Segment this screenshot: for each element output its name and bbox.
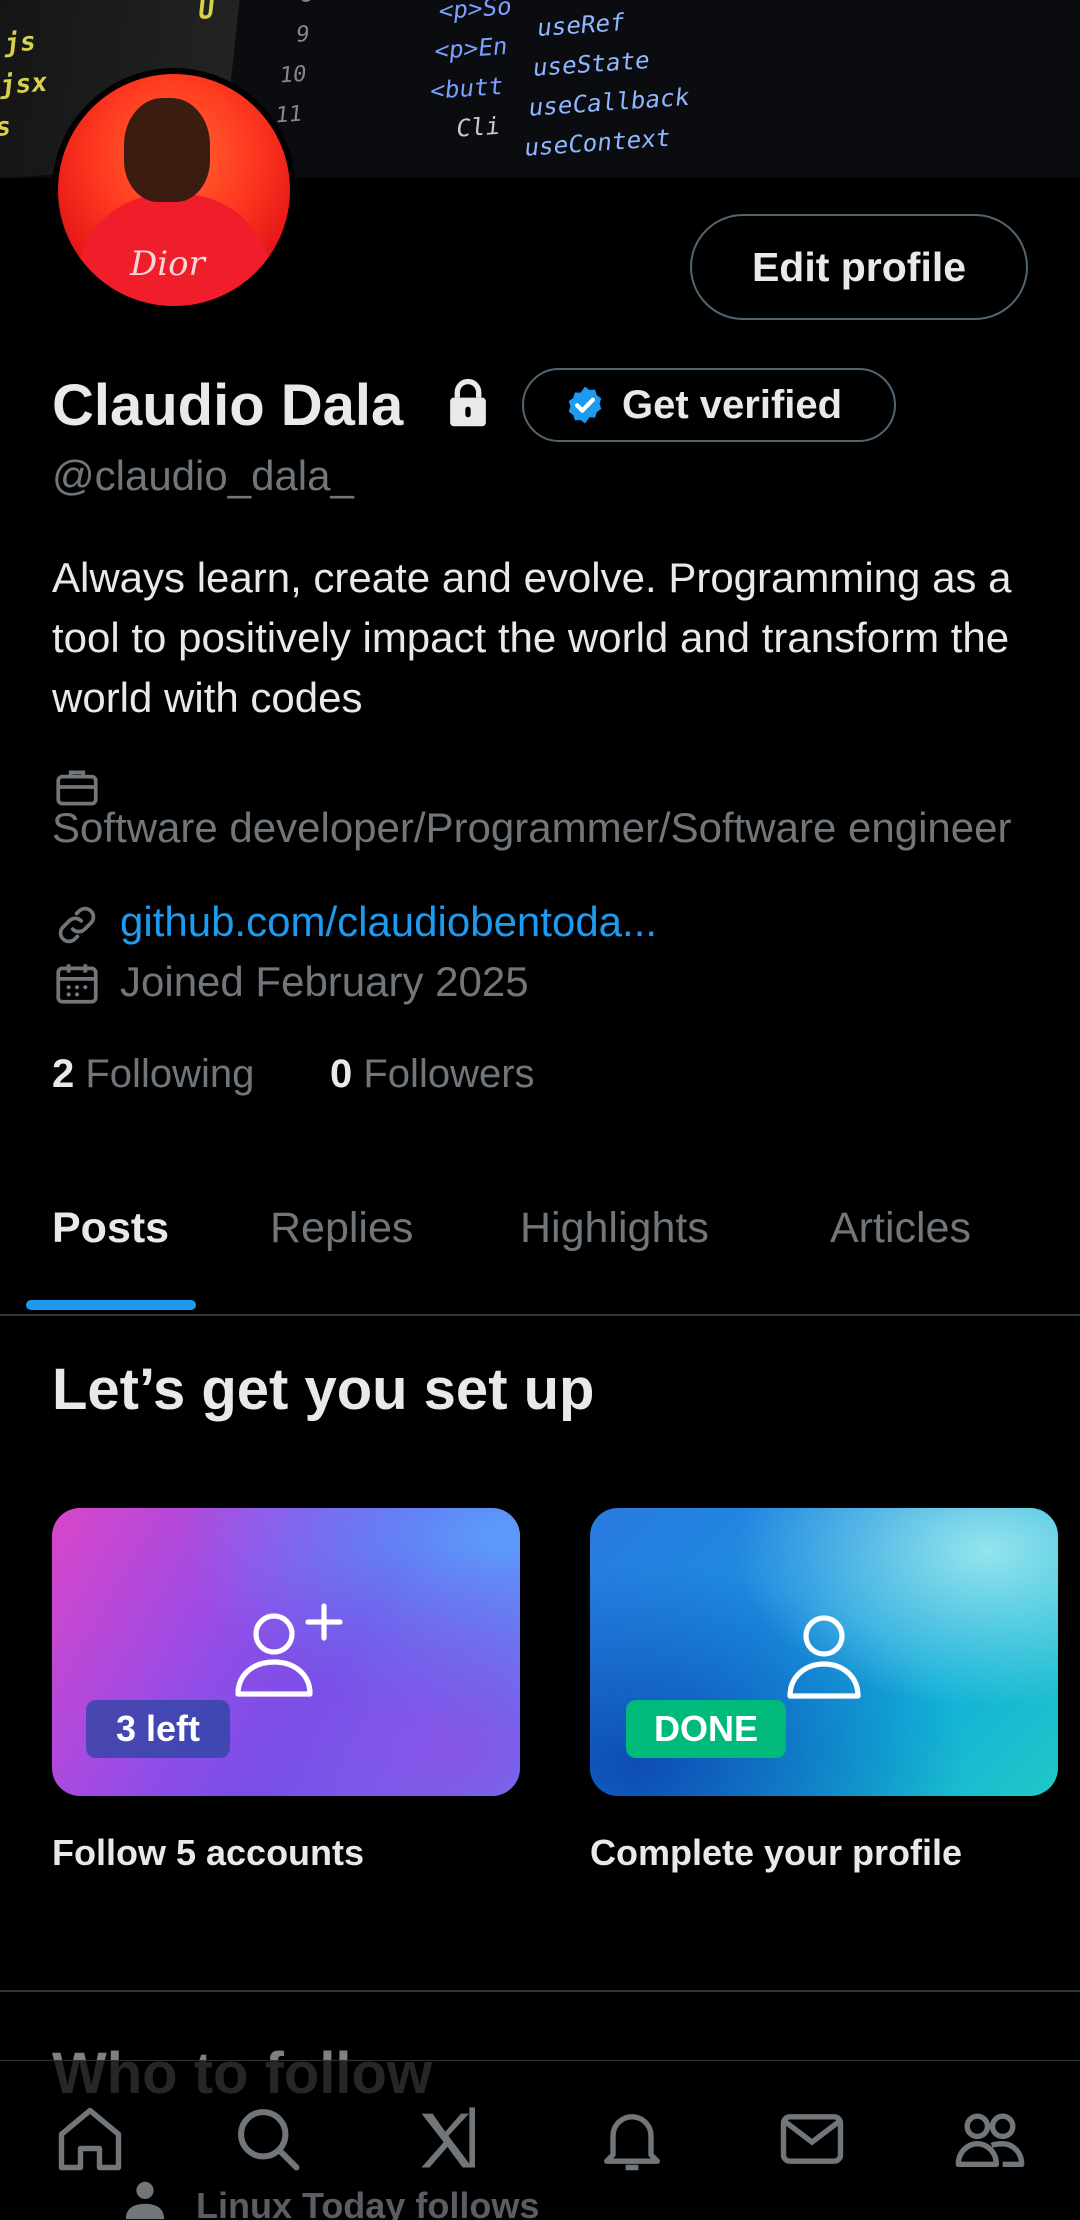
grok-icon (421, 2107, 476, 2168)
banner-hook: useState (531, 46, 652, 83)
following-count: 2 (52, 1052, 75, 1096)
person-small-icon (125, 2181, 165, 2220)
banner-line-number: 10 (278, 61, 308, 89)
get-verified-label: Get verified (622, 382, 843, 427)
banner-hook: useRef (535, 8, 627, 43)
setup-card-done-badge: DONE (626, 1700, 786, 1758)
avatar-shirt-logo: Dior (130, 244, 205, 284)
nav-home[interactable] (50, 2099, 130, 2179)
verified-badge-icon (568, 386, 602, 424)
section-divider (0, 1990, 1080, 1992)
banner-file: jsx (0, 67, 49, 102)
nav-search[interactable] (228, 2099, 308, 2179)
setup-card-badge: 3 left (86, 1700, 230, 1758)
messages-icon (780, 2114, 844, 2164)
banner-hook: useContext (523, 123, 672, 162)
banner-line-number: 9 (294, 22, 311, 48)
tab-replies[interactable]: Replies (270, 1204, 413, 1253)
avatar-head (124, 98, 210, 202)
profile-tabs: Posts Replies Highlights Articles (0, 1186, 1080, 1316)
banner-tag: <butt (428, 71, 505, 105)
profile-bio: Always learn, create and evolve. Program… (52, 554, 1012, 721)
followers-count: 0 (330, 1052, 353, 1096)
followers-stat[interactable]: 0 Followers (330, 1052, 535, 1097)
profile-website-link[interactable]: github.com/claudiobentoda... (120, 898, 657, 946)
banner-file-marker: U (196, 0, 216, 26)
setup-card-follow[interactable]: 3 left (52, 1508, 520, 1796)
nav-grok[interactable] (410, 2099, 490, 2179)
banner-hook: useCallback (527, 82, 691, 122)
setup-section-title: Let’s get you set up (52, 1357, 595, 1422)
home-icon (58, 2107, 122, 2171)
person-add-icon (235, 1603, 343, 1697)
person-icon (787, 1615, 861, 1699)
avatar[interactable]: Dior (52, 68, 296, 312)
following-label: Following (85, 1052, 255, 1096)
banner-file: s (0, 111, 13, 143)
banner-tag: <p>En (433, 32, 510, 66)
profile-handle: @claudio_dala_ (52, 452, 354, 499)
banner-line-number: 11 (273, 101, 304, 129)
tab-articles[interactable]: Articles (830, 1204, 971, 1253)
banner-tag: Cli (454, 111, 502, 143)
notifications-icon (603, 2114, 661, 2171)
calendar-icon (56, 964, 98, 1004)
tab-posts[interactable]: Posts (52, 1204, 169, 1253)
nav-notifications[interactable] (592, 2099, 672, 2179)
setup-card-caption[interactable]: Follow 5 accounts (52, 1832, 364, 1874)
search-icon (238, 2109, 300, 2171)
get-verified-button[interactable]: Get verified (522, 368, 896, 442)
active-tab-indicator (26, 1300, 196, 1310)
link-icon (58, 906, 96, 944)
edit-profile-button[interactable]: Edit profile (690, 214, 1028, 320)
profile-name: Claudio Dala (52, 373, 404, 438)
setup-card-caption[interactable]: Complete your profile (590, 1832, 962, 1874)
banner-tag: <p>So (437, 0, 514, 26)
nav-communities[interactable] (950, 2099, 1030, 2179)
nav-messages[interactable] (772, 2099, 852, 2179)
followers-label: Followers (363, 1052, 535, 1096)
following-stat[interactable]: 2 Following (52, 1052, 254, 1097)
who-to-follow-context: Linux Today follows (196, 2185, 540, 2220)
profile-joined-date: Joined February 2025 (120, 958, 529, 1005)
lock-icon (450, 378, 486, 427)
banner-hook: useReducer (540, 0, 689, 2)
communities-icon (955, 2113, 1025, 2168)
tab-highlights[interactable]: Highlights (520, 1204, 709, 1253)
banner-file: js (2, 27, 38, 60)
banner-line-number: 8 (299, 0, 315, 8)
profile-profession: Software developer/Programmer/Software e… (52, 804, 1012, 851)
setup-card-profile[interactable]: DONE (590, 1508, 1058, 1796)
